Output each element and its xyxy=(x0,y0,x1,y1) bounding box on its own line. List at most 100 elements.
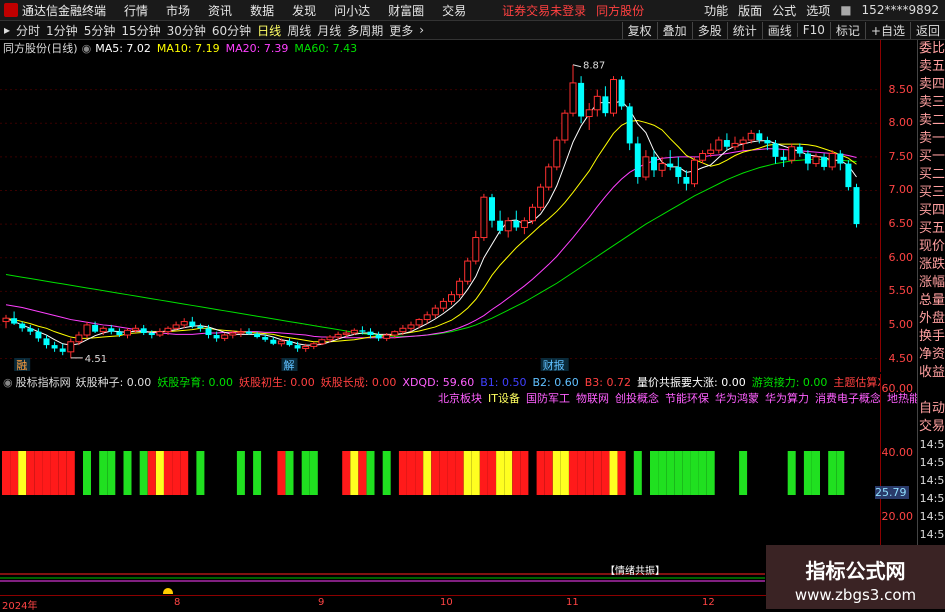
indicator-value: XDQD: 59.60 xyxy=(402,375,475,389)
period-tab-daily[interactable]: 日线 xyxy=(257,22,281,39)
signal-bar-chart[interactable]: 【情绪共振】 xyxy=(0,408,880,594)
candle-body xyxy=(529,206,536,222)
low-price-label: 4.51 xyxy=(85,354,107,365)
signal-bar xyxy=(99,451,108,495)
indicator-value: 量价共振要大涨: 0.00 xyxy=(637,376,746,389)
candle xyxy=(67,338,75,358)
back-button[interactable]: 返回 xyxy=(909,21,945,39)
price-tick-label: 4.50 xyxy=(888,351,914,365)
mark-button[interactable]: 标记 xyxy=(829,21,865,39)
period-tab-1min[interactable]: 1分钟 xyxy=(46,22,78,39)
candle xyxy=(772,140,779,164)
collapse-icon[interactable]: ▸ xyxy=(4,23,10,37)
candle-body xyxy=(828,152,836,168)
candle xyxy=(715,136,723,154)
period-toolbar: ▸ 分时 1分钟 5分钟 15分钟 30分钟 60分钟 日线 周线 月线 多周期… xyxy=(0,21,945,40)
candle-body xyxy=(108,328,115,332)
event-tag: 融 xyxy=(16,359,27,372)
period-tab-60min[interactable]: 60分钟 xyxy=(212,22,251,39)
candle-body xyxy=(853,187,860,225)
event-tag: 解 xyxy=(284,358,295,372)
concept-tag[interactable]: 创投概念 xyxy=(615,390,659,406)
price-tick-label: 7.50 xyxy=(888,149,914,163)
signal-bar xyxy=(180,451,189,495)
menu-item-market[interactable]: 市场 xyxy=(166,2,190,19)
signal-bar xyxy=(83,451,91,495)
chevron-right-icon[interactable]: › xyxy=(419,23,424,37)
chart-title[interactable]: 同方股份(日线) xyxy=(3,40,78,56)
candle-body xyxy=(553,139,561,168)
f10-button[interactable]: F10 xyxy=(796,23,830,37)
menubar-right: 功能 版面 公式 选项 ■ 152****9892 xyxy=(704,0,945,20)
candlestick-chart[interactable]: 8.87 4.51 融 解 财报 xyxy=(0,56,880,372)
menu-item-formula[interactable]: 公式 xyxy=(772,2,796,19)
period-tab-weekly[interactable]: 周线 xyxy=(287,22,311,39)
period-tab-multi[interactable]: 多周期 xyxy=(347,22,383,39)
signal-bar xyxy=(358,451,367,495)
candle-body xyxy=(691,159,698,185)
indicator-settings-icon[interactable]: ◉ xyxy=(3,376,13,389)
settings-icon[interactable]: ◉ xyxy=(82,42,92,55)
menu-item-news[interactable]: 资讯 xyxy=(208,2,232,19)
candle xyxy=(723,133,730,151)
signal-bar xyxy=(423,451,432,495)
candle xyxy=(310,341,318,350)
concept-tag[interactable]: 消费电子概念 xyxy=(815,390,881,406)
overlay-button[interactable]: 叠加 xyxy=(656,21,692,39)
quote-field-label: 涨幅 xyxy=(918,275,945,290)
candle xyxy=(642,150,650,181)
event-tag: 财报 xyxy=(543,358,565,372)
concept-tag[interactable]: 北京板块 xyxy=(438,390,482,406)
stats-button[interactable]: 统计 xyxy=(726,21,762,39)
user-icon[interactable]: ■ xyxy=(840,3,851,17)
menu-item-ask[interactable]: 问小达 xyxy=(334,2,370,19)
login-notice[interactable]: 证券交易未登录 xyxy=(502,2,586,19)
draw-button[interactable]: 画线 xyxy=(761,21,797,39)
period-tab-30min[interactable]: 30分钟 xyxy=(167,22,206,39)
menu-item-discover[interactable]: 发现 xyxy=(292,2,316,19)
quote-field-label: 净资 xyxy=(918,347,945,362)
candle xyxy=(513,210,520,231)
period-tab-monthly[interactable]: 月线 xyxy=(317,22,341,39)
quote-field-label: 委比 xyxy=(918,41,945,56)
menu-item-wealth[interactable]: 财富圈 xyxy=(388,2,424,19)
concept-tag[interactable]: 国防军工 xyxy=(526,390,570,406)
app-title: 通达信金融终端 xyxy=(22,3,107,18)
account-id[interactable]: 152****9892 xyxy=(862,3,939,17)
menu-item-layout[interactable]: 版面 xyxy=(738,2,762,19)
indicator-value: 游资接力: 0.00 xyxy=(751,376,828,389)
menu-item-function[interactable]: 功能 xyxy=(704,2,728,19)
signal-bar xyxy=(42,451,51,495)
quote-field-label: 卖四 xyxy=(918,77,945,92)
concept-tag[interactable]: 华为算力 xyxy=(765,390,809,406)
adjust-button[interactable]: 复权 xyxy=(621,21,657,39)
menu-item-quotes[interactable]: 行情 xyxy=(124,2,148,19)
period-tab-more[interactable]: 更多 xyxy=(389,22,413,39)
indicator-value: B3: 0.72 xyxy=(584,375,631,389)
concept-tag[interactable]: 华为鸿蒙 xyxy=(715,390,759,406)
indicator-value: 妖股孕育: 0.00 xyxy=(157,376,234,389)
concept-tag[interactable]: 物联网 xyxy=(576,390,609,406)
period-tab-15min[interactable]: 15分钟 xyxy=(121,22,160,39)
period-tab-intraday[interactable]: 分时 xyxy=(16,22,40,39)
concept-tag[interactable]: 节能环保 xyxy=(665,390,709,406)
candle-body xyxy=(472,237,480,262)
signal-bar xyxy=(520,451,529,495)
menu-item-trade[interactable]: 交易 xyxy=(442,2,466,19)
candle-body xyxy=(148,333,155,336)
period-tab-5min[interactable]: 5分钟 xyxy=(84,22,116,39)
signal-bar xyxy=(674,451,683,495)
multi-stock-button[interactable]: 多股 xyxy=(691,21,727,39)
menu-item-data[interactable]: 数据 xyxy=(250,2,274,19)
candle xyxy=(804,150,811,171)
candle-body xyxy=(180,321,188,326)
indicator-name[interactable]: 股标指标网 xyxy=(16,374,71,390)
concept-tag[interactable]: IT设备 xyxy=(488,390,520,406)
signal-bar xyxy=(10,451,19,495)
candle-body xyxy=(796,146,803,154)
candle-body xyxy=(334,333,342,338)
menu-item-options[interactable]: 选项 xyxy=(806,2,830,19)
resonance-label: 【情绪共振】 xyxy=(605,564,665,577)
ma60-label: MA60: 7.43 xyxy=(294,41,358,55)
add-watchlist-button[interactable]: +自选 xyxy=(864,21,910,39)
